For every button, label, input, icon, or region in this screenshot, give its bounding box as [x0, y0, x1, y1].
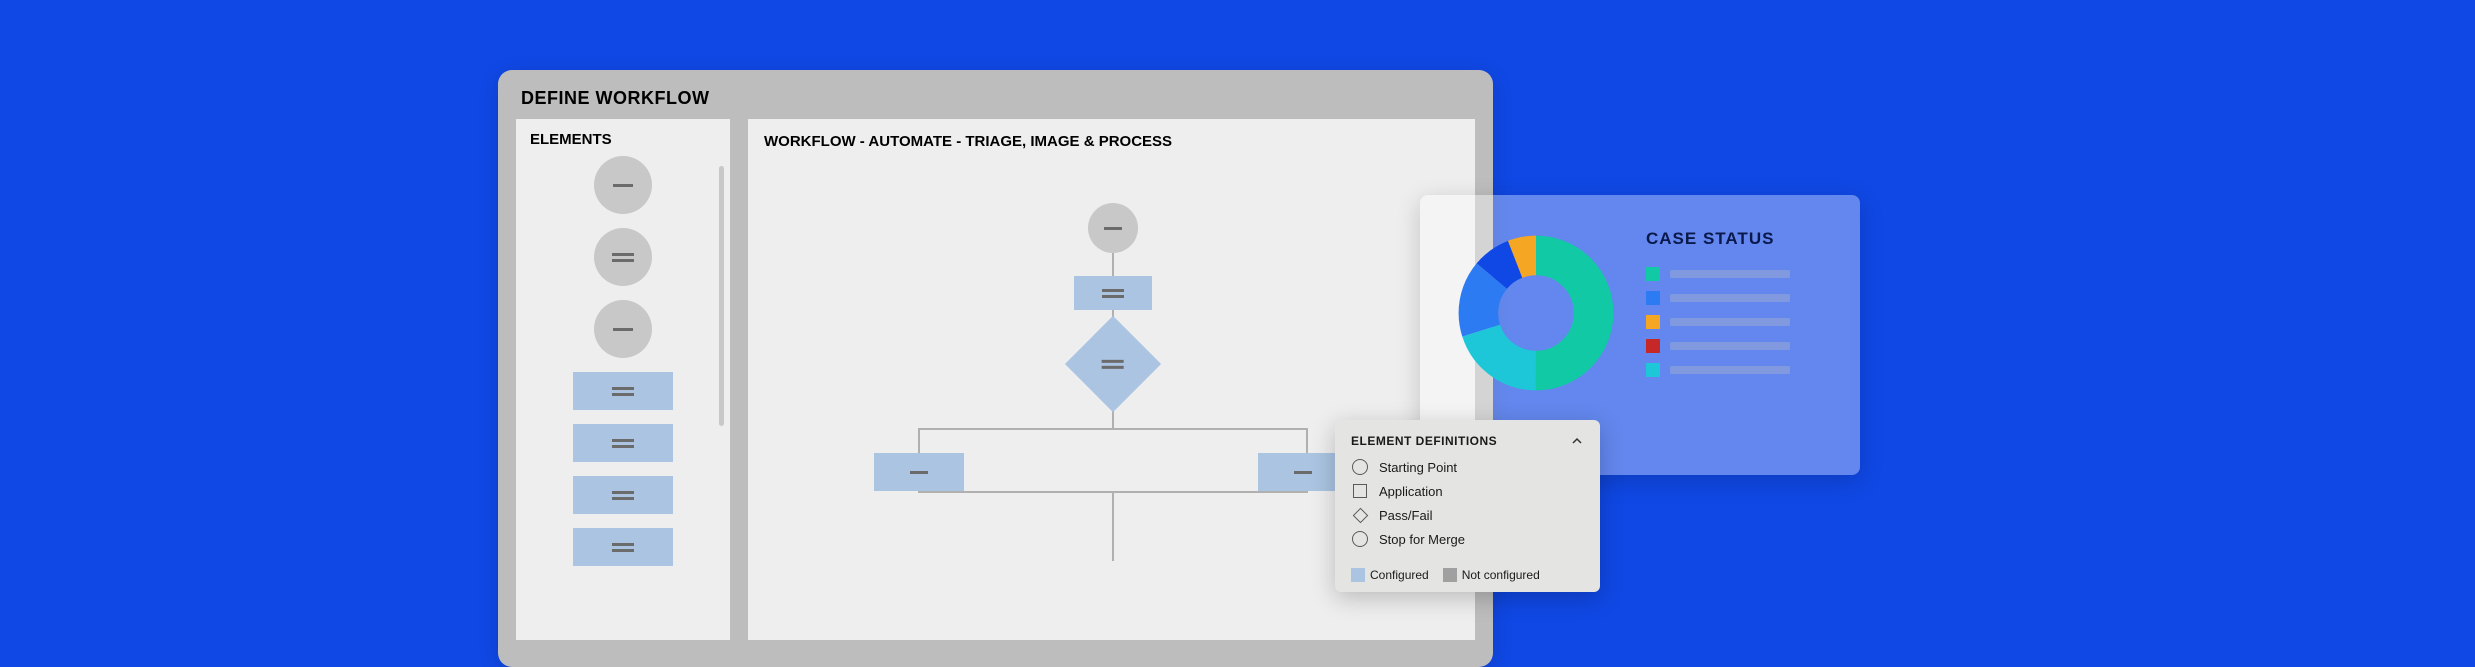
definition-label: Stop for Merge — [1379, 532, 1465, 547]
elements-scrollbar[interactable] — [719, 166, 724, 426]
circle-icon — [1351, 530, 1369, 548]
circle-icon — [1351, 458, 1369, 476]
workflow-decision-node[interactable] — [1065, 316, 1161, 412]
definition-row: Application — [1351, 482, 1584, 500]
workflow-panel-title: WORKFLOW - AUTOMATE - TRIAGE, IMAGE & PR… — [748, 119, 1475, 158]
definition-row: Starting Point — [1351, 458, 1584, 476]
definition-label: Application — [1379, 484, 1443, 499]
window-title: DEFINE WORKFLOW — [521, 88, 1475, 109]
workflow-start-node[interactable] — [1088, 203, 1138, 253]
connector — [1306, 428, 1308, 454]
legend-item — [1646, 363, 1834, 377]
element-rect-item[interactable] — [573, 424, 673, 462]
connector — [918, 428, 920, 454]
definition-row: Stop for Merge — [1351, 530, 1584, 548]
element-rect-item[interactable] — [573, 476, 673, 514]
legend-item — [1646, 315, 1834, 329]
panels-row: ELEMENTS WORKFLOW - AUTOMATE - TRIAGE, I… — [516, 119, 1475, 640]
elements-panel: ELEMENTS — [516, 119, 730, 640]
definition-label: Pass/Fail — [1379, 508, 1432, 523]
case-status-legend: CASE STATUS — [1646, 223, 1834, 387]
element-definitions-header[interactable]: ELEMENT DEFINITIONS — [1351, 434, 1584, 448]
element-circle-item[interactable] — [594, 300, 652, 358]
connector — [918, 428, 1308, 430]
case-status-title: CASE STATUS — [1646, 229, 1834, 249]
element-circle-item[interactable] — [594, 156, 652, 214]
elements-list — [516, 156, 730, 566]
connector — [1112, 491, 1114, 561]
elements-panel-title: ELEMENTS — [516, 119, 730, 156]
definition-row: Pass/Fail — [1351, 506, 1584, 524]
diamond-icon — [1351, 506, 1369, 524]
workflow-application-node[interactable] — [1074, 276, 1152, 310]
element-rect-item[interactable] — [573, 528, 673, 566]
case-status-donut-chart — [1446, 223, 1626, 403]
legend-not-configured: Not configured — [1443, 568, 1540, 582]
element-rect-item[interactable] — [573, 372, 673, 410]
legend-item — [1646, 291, 1834, 305]
definition-legend: Configured Not configured — [1351, 560, 1584, 582]
legend-item — [1646, 267, 1834, 281]
chevron-up-icon[interactable] — [1570, 434, 1584, 448]
element-definitions-title: ELEMENT DEFINITIONS — [1351, 434, 1497, 448]
legend-configured: Configured — [1351, 568, 1429, 582]
workflow-application-node[interactable] — [874, 453, 964, 491]
definition-label: Starting Point — [1379, 460, 1457, 475]
connector — [1112, 253, 1114, 277]
legend-item — [1646, 339, 1834, 353]
element-definitions-popup: ELEMENT DEFINITIONS Starting Point Appli… — [1335, 420, 1600, 592]
connector — [918, 491, 1308, 493]
square-icon — [1351, 482, 1369, 500]
element-circle-item[interactable] — [594, 228, 652, 286]
